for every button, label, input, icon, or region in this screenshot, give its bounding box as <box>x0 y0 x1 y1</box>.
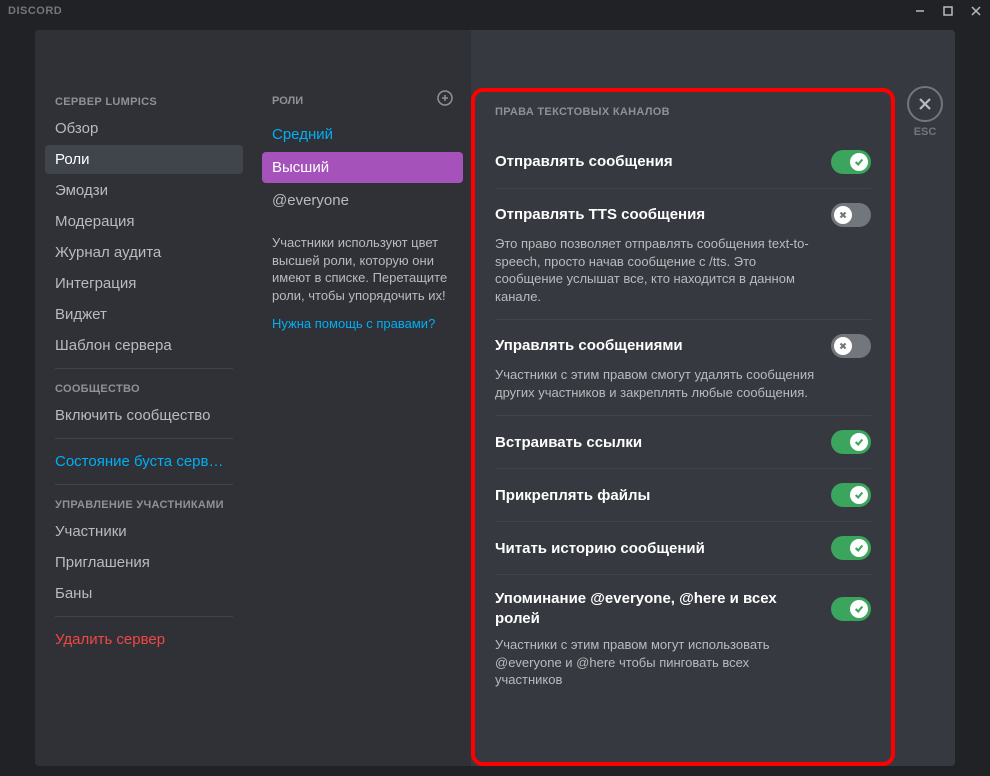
permission-toggle[interactable] <box>831 203 871 227</box>
permissions-section-title: ПРАВА ТЕКСТОВЫХ КАНАЛОВ <box>495 106 871 118</box>
content-area: ПРАВА ТЕКСТОВЫХ КАНАЛОВ Отправлять сообщ… <box>471 30 955 766</box>
category-server: СЕРВЕР LUMPICS <box>45 90 243 114</box>
nav-audit-log[interactable]: Журнал аудита <box>45 238 243 267</box>
titlebar: DISCORD <box>0 0 990 22</box>
close-icon <box>917 96 933 112</box>
plus-icon <box>437 90 453 106</box>
x-icon <box>838 341 848 351</box>
nav-roles[interactable]: Роли <box>45 145 243 174</box>
category-members: УПРАВЛЕНИЕ УЧАСТНИКАМИ <box>45 493 243 517</box>
app-title: DISCORD <box>8 5 62 17</box>
role-item-medium[interactable]: Средний <box>262 119 463 150</box>
permission-toggle[interactable] <box>831 536 871 560</box>
permission-description: Это право позволяет отправлять сообщения… <box>495 235 815 305</box>
permission-row: Отправлять TTS сообщения Это право позвол… <box>495 189 871 320</box>
check-icon <box>854 604 864 614</box>
roles-hint: Участники используют цвет высшей роли, к… <box>262 218 463 304</box>
maximize-button[interactable] <box>934 0 962 22</box>
close-window-button[interactable] <box>962 0 990 22</box>
permission-label: Отправлять сообщения <box>495 152 815 172</box>
check-icon <box>854 157 864 167</box>
nav-enable-community[interactable]: Включить сообщество <box>45 401 243 430</box>
permission-row: Встраивать ссылки <box>495 416 871 469</box>
nav-emoji[interactable]: Эмодзи <box>45 176 243 205</box>
permission-row: Отправлять сообщения <box>495 136 871 189</box>
nav-moderation[interactable]: Модерация <box>45 207 243 236</box>
separator <box>55 438 233 439</box>
roles-help-link[interactable]: Нужна помощь с правами? <box>262 304 463 343</box>
permission-toggle[interactable] <box>831 334 871 358</box>
permission-description: Участники с этим правом смогут удалять с… <box>495 366 815 401</box>
permission-label: Встраивать ссылки <box>495 433 815 453</box>
permission-row: Читать историю сообщений <box>495 522 871 575</box>
check-icon <box>854 437 864 447</box>
role-item-high[interactable]: Высший <box>262 152 463 183</box>
permission-label: Отправлять TTS сообщения <box>495 205 815 225</box>
nav-invites[interactable]: Приглашения <box>45 548 243 577</box>
permission-toggle[interactable] <box>831 597 871 621</box>
permission-row: Упоминание @everyone, @here и всех ролей… <box>495 575 871 703</box>
permission-label: Управлять сообщениями <box>495 336 815 356</box>
permission-toggle[interactable] <box>831 483 871 507</box>
separator <box>55 368 233 369</box>
roles-column: РОЛИ Средний Высший @everyone Участники … <box>253 30 471 766</box>
nav-boost-status[interactable]: Состояние буста серв… <box>45 447 243 476</box>
nav-bans[interactable]: Баны <box>45 579 243 608</box>
close-label: ESC <box>895 126 955 138</box>
role-item-everyone[interactable]: @everyone <box>262 185 463 216</box>
permission-label: Прикреплять файлы <box>495 486 815 506</box>
check-icon <box>854 490 864 500</box>
permission-label: Читать историю сообщений <box>495 539 815 559</box>
nav-integrations[interactable]: Интеграция <box>45 269 243 298</box>
nav-widget[interactable]: Виджет <box>45 300 243 329</box>
nav-overview[interactable]: Обзор <box>45 114 243 143</box>
separator <box>55 616 233 617</box>
nav-server-template[interactable]: Шаблон сервера <box>45 331 243 360</box>
nav-members[interactable]: Участники <box>45 517 243 546</box>
permission-label: Упоминание @everyone, @here и всех ролей <box>495 589 815 628</box>
close-settings-button[interactable] <box>907 86 943 122</box>
permission-row: Прикреплять файлы <box>495 469 871 522</box>
permission-toggle[interactable] <box>831 150 871 174</box>
separator <box>55 484 233 485</box>
settings-sidebar: СЕРВЕР LUMPICS Обзор Роли Эмодзи Модерац… <box>35 30 253 766</box>
nav-delete-server[interactable]: Удалить сервер <box>45 625 243 654</box>
category-community: СООБЩЕСТВО <box>45 377 243 401</box>
add-role-button[interactable] <box>437 90 453 111</box>
check-icon <box>854 543 864 553</box>
permission-row: Управлять сообщениями Участники с этим пр… <box>495 320 871 416</box>
minimize-button[interactable] <box>906 0 934 22</box>
permission-description: Участники с этим правом могут использова… <box>495 636 815 689</box>
permission-toggle[interactable] <box>831 430 871 454</box>
roles-header: РОЛИ <box>272 95 303 107</box>
permissions-panel: ПРАВА ТЕКСТОВЫХ КАНАЛОВ Отправлять сообщ… <box>471 88 895 766</box>
x-icon <box>838 210 848 220</box>
